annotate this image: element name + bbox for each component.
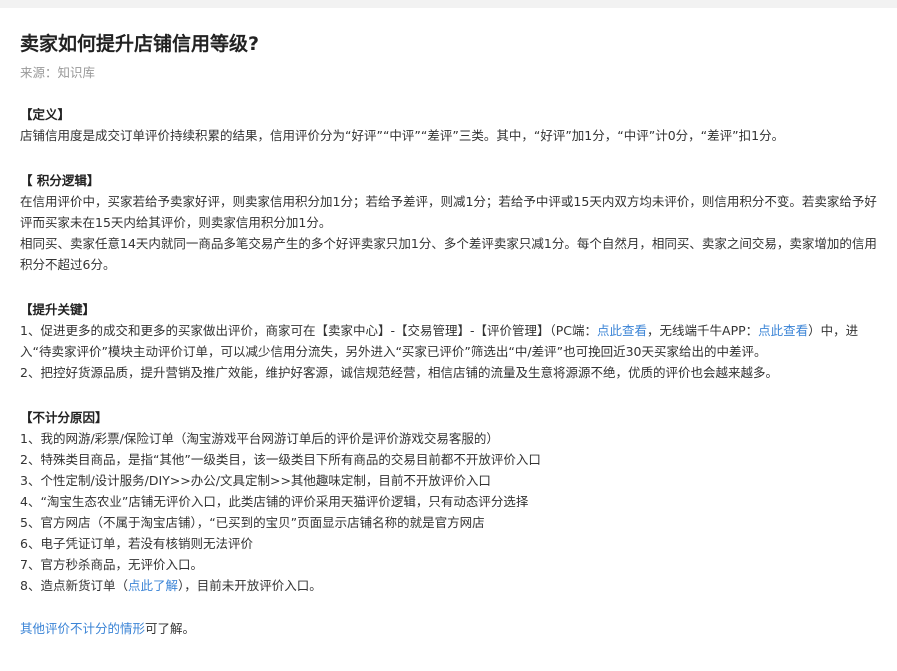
keys-section: 【提升关键】 1、促进更多的成交和更多的买家做出评价，商家可在【卖家中心】-【交… (20, 299, 877, 383)
item8-text-b: ），目前未开放评价入口。 (177, 578, 322, 593)
definition-heading: 【定义】 (20, 107, 71, 122)
list-item: 2、特殊类目商品，是指“其他”一级类目，该一级类目下所有商品的交易目前都不开放评… (20, 452, 541, 467)
definition-text: 店铺信用度是成交订单评价持续积累的结果，信用评价分为“好评”“中评”“差评”三类… (20, 128, 785, 143)
other-cases-link[interactable]: 其他评价不计分的情形 (20, 621, 145, 636)
article-source: 来源：知识库 (20, 65, 96, 80)
keys-item-1: 1、促进更多的成交和更多的买家做出评价，商家可在【卖家中心】-【交易管理】-【评… (20, 320, 877, 362)
learn-more-link[interactable]: 点此了解 (128, 578, 178, 593)
list-item: 1、我的网游/彩票/保险订单（淘宝游戏平台网游订单后的评价是评价游戏交易客服的） (20, 431, 499, 446)
keys-item-1-text-b: ，无线端千牛APP： (647, 323, 759, 338)
list-item: 5、官方网店（不属于淘宝店铺），“已买到的宝贝”页面显示店铺名称的就是官方网店 (20, 515, 485, 530)
definition-section: 【定义】 店铺信用度是成交订单评价持续积累的结果，信用评价分为“好评”“中评”“… (20, 104, 877, 146)
keys-heading: 【提升关键】 (20, 302, 96, 317)
list-item: 4、“淘宝生态农业”店铺无评价入口，此类店铺的评价采用天猫评价逻辑，只有动态评分… (20, 494, 529, 509)
page-title: 卖家如何提升店铺信用等级? (20, 33, 260, 55)
article-card: 卖家如何提升店铺信用等级? 来源：知识库 【定义】 店铺信用度是成交订单评价持续… (0, 8, 897, 671)
list-item: 7、官方秒杀商品，无评价入口。 (20, 557, 203, 572)
scoring-heading: 【 积分逻辑】 (20, 173, 100, 188)
pc-view-link[interactable]: 点此查看 (597, 323, 647, 338)
item8-text-a: 8、造点新货订单（ (20, 578, 128, 593)
mobile-view-link[interactable]: 点此查看 (758, 323, 808, 338)
scoring-paragraph-2: 相同买、卖家任意14天内就同一商品多笔交易产生的多个好评卖家只加1分、多个差评卖… (20, 236, 877, 272)
excluded-section: 【不计分原因】 1、我的网游/彩票/保险订单（淘宝游戏平台网游订单后的评价是评价… (20, 407, 877, 596)
footer-text: 可了解。 (145, 621, 196, 636)
excluded-heading: 【不计分原因】 (20, 410, 108, 425)
keys-item-2: 2、把控好货源品质，提升营销及推广效能，维护好客源，诚信规范经营，相信店铺的流量… (20, 365, 778, 380)
list-item: 3、个性定制/设计服务/DIY>>办公/文具定制>>其他趣味定制，目前不开放评价… (20, 473, 491, 488)
list-item: 6、电子凭证订单，若没有核销则无法评价 (20, 536, 253, 551)
scoring-paragraph-1: 在信用评价中，买家若给予卖家好评，则卖家信用积分加1分；若给予差评，则减1分；若… (20, 194, 877, 230)
list-item: 8、造点新货订单（点此了解），目前未开放评价入口。 (20, 575, 877, 596)
footer-note: 其他评价不计分的情形可了解。 (20, 618, 877, 639)
scoring-section: 【 积分逻辑】 在信用评价中，买家若给予卖家好评，则卖家信用积分加1分；若给予差… (20, 170, 877, 275)
keys-item-1-text-a: 1、促进更多的成交和更多的买家做出评价，商家可在【卖家中心】-【交易管理】-【评… (20, 323, 597, 338)
